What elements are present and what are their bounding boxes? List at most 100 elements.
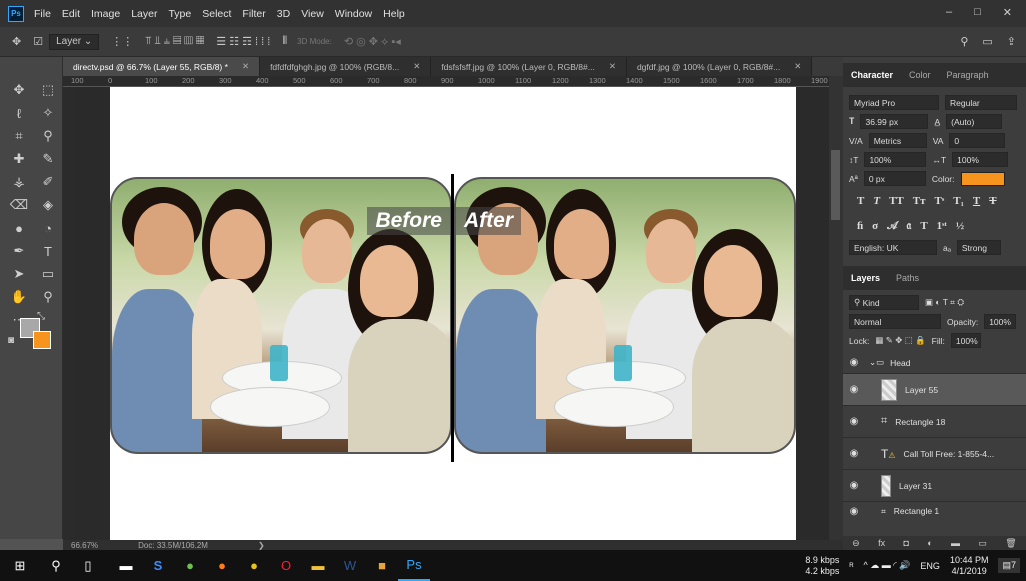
stamp-tool-icon[interactable]: ⚶ (5, 171, 33, 193)
auto-select-dropdown[interactable]: Layer ⌄ (49, 33, 100, 50)
new-layer-icon[interactable]: ▭ (978, 538, 987, 549)
menu-file[interactable]: File (34, 8, 51, 20)
terminal-icon[interactable]: ▬ (110, 550, 142, 581)
move-tool-icon[interactable]: ✥ (5, 79, 33, 101)
language-select[interactable]: English: UK (849, 240, 937, 255)
zoom-level[interactable]: 66.67% (71, 541, 98, 550)
close-icon[interactable]: ✕ (242, 61, 249, 72)
app-orange-icon[interactable]: ■ (366, 550, 398, 581)
workspace-icon[interactable]: ▭ (982, 35, 992, 48)
layer-row[interactable]: ◉ ⌗ Rectangle 1 (843, 502, 1026, 520)
healing-tool-icon[interactable]: ✚ (5, 148, 33, 170)
tab-dgfdf[interactable]: dgfdf.jpg @ 100% (Layer 0, RGB/8#... ✕ (626, 57, 813, 76)
font-style-select[interactable]: Regular (945, 95, 1017, 110)
minimize-button[interactable]: – (946, 6, 952, 19)
search-icon[interactable]: ⚲ (40, 550, 72, 581)
people-icon[interactable]: ᴿ (849, 561, 853, 571)
menu-image[interactable]: Image (91, 8, 120, 20)
visibility-eye-icon[interactable]: ◉ (843, 480, 865, 491)
windows-start-icon[interactable]: ⊞ (0, 550, 40, 581)
faux-bold-icon[interactable]: T (857, 195, 864, 207)
close-button[interactable]: ✕ (1003, 6, 1012, 19)
ligatures-icon[interactable]: ﬁ (857, 220, 863, 232)
layer-row[interactable]: ◉ Layer 31 (843, 470, 1026, 502)
tab-fdfdfdfghgh[interactable]: fdfdfdfghgh.jpg @ 100% (RGB/8... ✕ (260, 57, 432, 76)
rectangle-tool-icon[interactable]: ▭ (34, 263, 62, 285)
lock-icons[interactable]: ▦ ✎ ✥ ⬚ 🔒 (875, 335, 925, 346)
app-globe-icon[interactable]: ● (174, 550, 206, 581)
marquee-tool-icon[interactable]: ⬚ (34, 79, 62, 101)
clock[interactable]: 10:44 PM 4/1/2019 (950, 555, 989, 577)
background-color-swatch[interactable] (33, 331, 51, 349)
menu-select[interactable]: Select (202, 8, 231, 20)
new-group-icon[interactable]: ▬ (951, 538, 960, 548)
eraser-tool-icon[interactable]: ⌫ (5, 194, 33, 216)
tab-paragraph[interactable]: Paragraph (939, 70, 997, 80)
visibility-eye-icon[interactable]: ◉ (843, 448, 865, 459)
text-color-swatch[interactable] (960, 171, 1005, 186)
skype-icon[interactable]: S (142, 550, 174, 581)
history-brush-tool-icon[interactable]: ✐ (34, 171, 62, 193)
hand-tool-icon[interactable]: ✋ (5, 286, 33, 308)
magic-wand-tool-icon[interactable]: ✧ (34, 102, 62, 124)
word-icon[interactable]: W (334, 550, 366, 581)
small-caps-icon[interactable]: Tт (913, 195, 926, 207)
visibility-eye-icon[interactable]: ◉ (843, 506, 865, 517)
share-icon[interactable]: ⇪ (1007, 35, 1016, 48)
menu-3d[interactable]: 3D (277, 8, 290, 20)
swash-icon[interactable]: 𝒜 (887, 220, 897, 233)
distribute-icons[interactable]: ☰ ☷ ☶ ⁞ ⁞ ⁞ (216, 35, 270, 48)
opacity-field[interactable]: 100% (984, 314, 1017, 329)
subscript-icon[interactable]: T₁ (953, 195, 964, 207)
transform-controls-icon[interactable]: ⋮⋮ (111, 35, 133, 48)
kerning-field[interactable]: Metrics (868, 133, 927, 148)
fill-field[interactable]: 100% (950, 333, 981, 348)
pen-tool-icon[interactable]: ✒ (5, 240, 33, 262)
all-caps-icon[interactable]: TT (889, 195, 904, 207)
tab-color[interactable]: Color (901, 70, 939, 80)
menu-help[interactable]: Help (383, 8, 405, 20)
quick-mask-icon[interactable]: ◙ (8, 335, 14, 346)
dodge-tool-icon[interactable]: ◔ (34, 217, 62, 239)
font-family-select[interactable]: Myriad Pro (849, 95, 939, 110)
faux-italic-icon[interactable]: T (873, 195, 880, 207)
file-explorer-icon[interactable]: ▬ (302, 550, 334, 581)
stylistic-alternates-icon[interactable]: 𝔞 (907, 220, 912, 233)
path-select-tool-icon[interactable]: ➤ (5, 263, 33, 285)
eyedropper-tool-icon[interactable]: ⚲ (34, 125, 62, 147)
menu-window[interactable]: Window (335, 8, 372, 20)
scrollbar-thumb[interactable] (831, 150, 840, 220)
align-icons[interactable]: ⫪ ⫫ ⫨ ▤ ▥ ▦ (145, 35, 204, 48)
visibility-eye-icon[interactable]: ◉ (843, 357, 865, 368)
horizontal-scale-field[interactable]: 100% (952, 152, 1009, 167)
status-menu-icon[interactable]: ❯ (258, 541, 265, 550)
auto-align-icon[interactable]: ⦀ (282, 35, 287, 48)
fractions-icon[interactable]: ½ (956, 220, 964, 232)
close-icon[interactable]: ✕ (794, 61, 801, 72)
paint-bucket-tool-icon[interactable]: ◈ (34, 194, 62, 216)
trash-icon[interactable]: 🗑 (1005, 538, 1016, 549)
layer-row[interactable]: ◉ T⚠ Call Toll Free: 1-855-4... (843, 438, 1026, 470)
titling-icon[interactable]: T (920, 220, 927, 232)
brush-tool-icon[interactable]: ✎ (34, 148, 62, 170)
auto-select-checkbox[interactable]: ☑ (33, 35, 43, 48)
tray-icons[interactable]: ^ ☁ ▬ ◜ 🔊 (864, 560, 911, 571)
menu-layer[interactable]: Layer (131, 8, 157, 20)
visibility-eye-icon[interactable]: ◉ (843, 384, 865, 395)
anti-alias-select[interactable]: Strong (956, 240, 1001, 255)
layer-row[interactable]: ◉ ⌄▭ Head (843, 352, 1026, 374)
firefox-icon[interactable]: ● (206, 550, 238, 581)
photoshop-taskbar-icon[interactable]: Ps (398, 550, 430, 581)
move-tool-icon[interactable]: ✥ (12, 35, 21, 48)
close-icon[interactable]: ✕ (609, 61, 616, 72)
vertical-scrollbar[interactable] (829, 76, 843, 540)
adjustment-icon[interactable]: ◐ (927, 538, 932, 548)
underline-icon[interactable]: T (973, 195, 980, 207)
language-indicator[interactable]: ENG (920, 561, 940, 571)
tab-directv[interactable]: directv.psd @ 66.7% (Layer 55, RGB/8) * ✕ (63, 57, 261, 76)
tab-paths[interactable]: Paths (888, 273, 927, 283)
menu-type[interactable]: Type (168, 8, 191, 20)
task-view-icon[interactable]: ▯ (72, 550, 104, 581)
vertical-scale-field[interactable]: 100% (864, 152, 927, 167)
notification-icon[interactable]: ▤7 (998, 558, 1020, 573)
